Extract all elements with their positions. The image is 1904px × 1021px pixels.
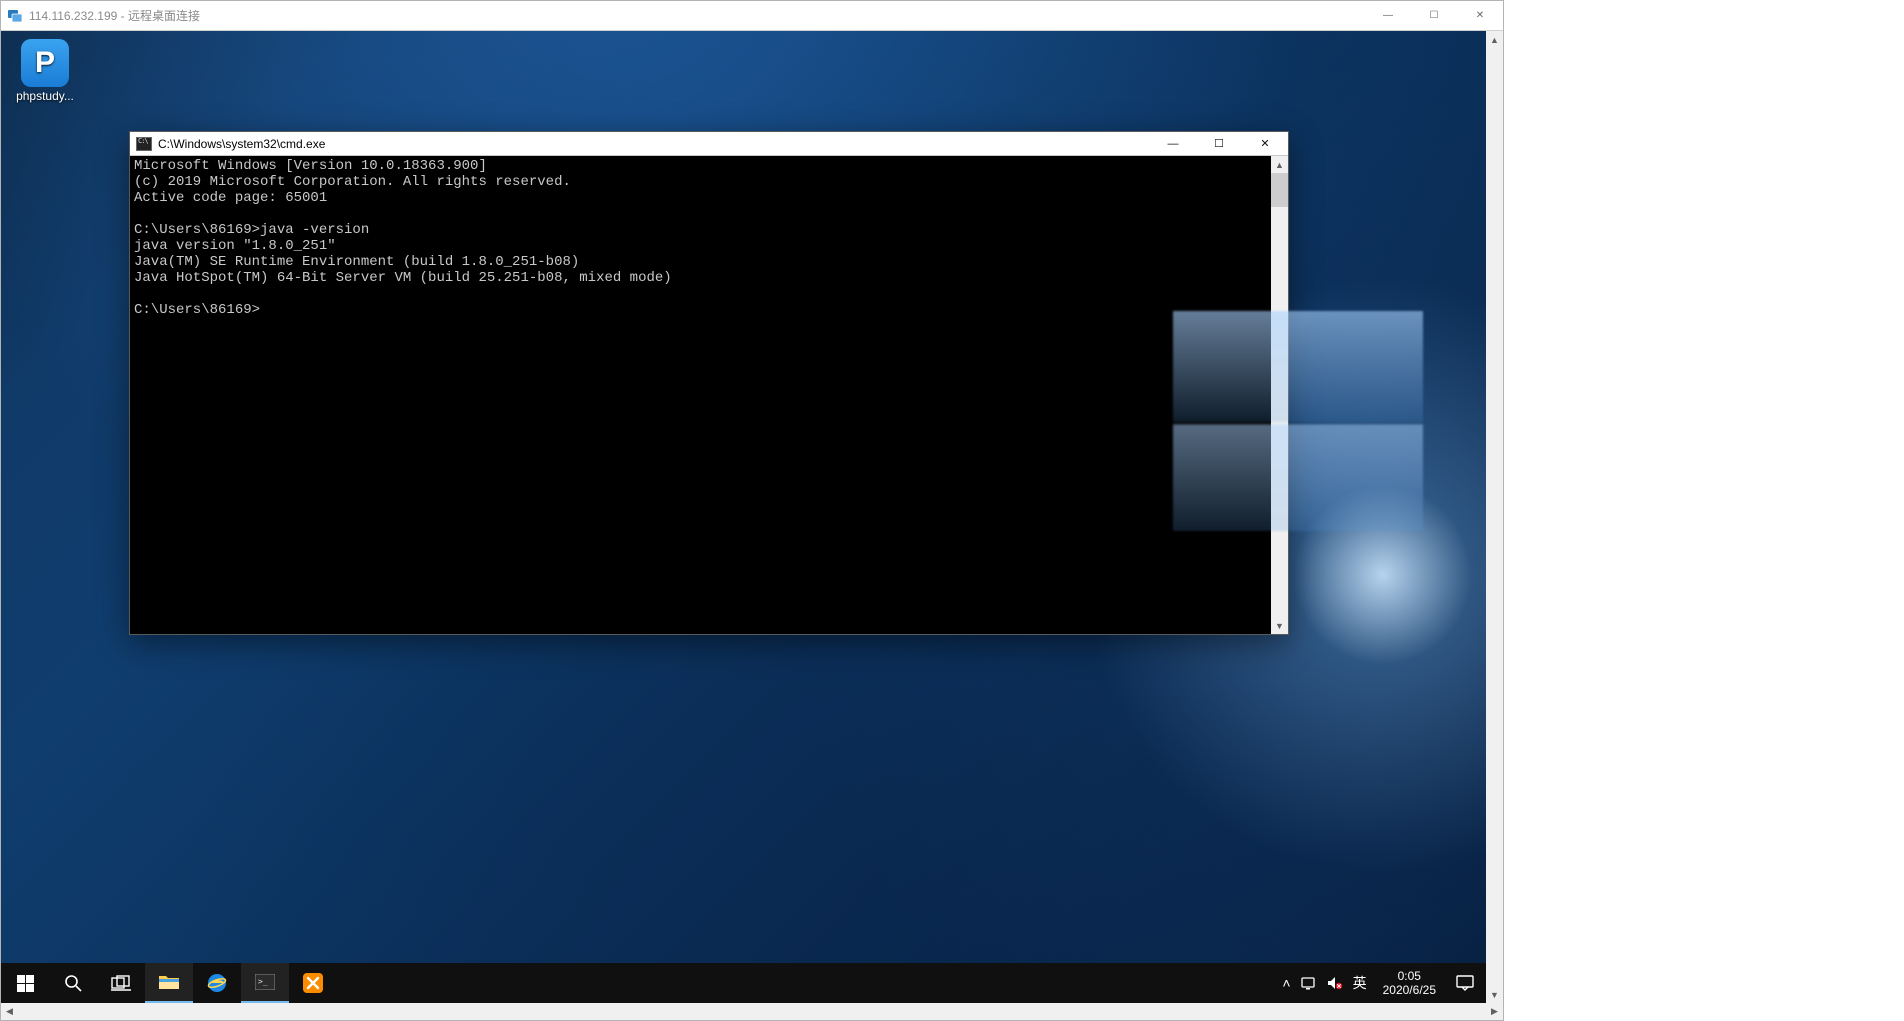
- search-button[interactable]: [49, 963, 97, 1003]
- phpstudy-icon: P: [21, 39, 69, 87]
- scroll-down-arrow-icon[interactable]: ▼: [1271, 617, 1288, 634]
- action-center-button[interactable]: [1444, 963, 1486, 1003]
- system-tray: ˄ 英: [1274, 963, 1374, 1003]
- svg-text:>_: >_: [258, 977, 268, 986]
- cmd-close-button[interactable]: ✕: [1242, 132, 1288, 155]
- scroll-left-arrow-icon[interactable]: ◀: [1, 1003, 18, 1020]
- clock-date: 2020/6/25: [1383, 983, 1436, 997]
- cmd-scrollbar[interactable]: ▲ ▼: [1271, 156, 1288, 634]
- taskbar-xampp[interactable]: [289, 963, 337, 1003]
- scroll-right-arrow-icon[interactable]: ▶: [1486, 1003, 1503, 1020]
- scroll-down-arrow-icon[interactable]: ▼: [1486, 986, 1503, 1003]
- rdc-title: 114.116.232.199 - 远程桌面连接: [29, 7, 1365, 24]
- taskbar: >_ ˄ 英 0:05 2020/6/25: [1, 963, 1486, 1003]
- cmd-window[interactable]: C:\Windows\system32\cmd.exe — ☐ ✕ Micros…: [129, 131, 1289, 635]
- cmd-app-icon: [136, 137, 152, 151]
- cmd-body: Microsoft Windows [Version 10.0.18363.90…: [130, 156, 1288, 634]
- taskbar-clock[interactable]: 0:05 2020/6/25: [1375, 963, 1444, 1003]
- taskbar-cmd[interactable]: >_: [241, 963, 289, 1003]
- ime-indicator[interactable]: 英: [1353, 973, 1367, 993]
- desktop-icon-label: phpstudy...: [16, 89, 74, 103]
- cmd-minimize-button[interactable]: —: [1150, 132, 1196, 155]
- rdc-window: 114.116.232.199 - 远程桌面连接 — ☐ ✕ P phpstud…: [0, 0, 1504, 1021]
- cmd-titlebar[interactable]: C:\Windows\system32\cmd.exe — ☐ ✕: [130, 132, 1288, 156]
- rdc-maximize-button[interactable]: ☐: [1411, 1, 1457, 30]
- rdc-close-button[interactable]: ✕: [1457, 1, 1503, 30]
- scroll-track[interactable]: [1271, 207, 1288, 617]
- remote-desktop[interactable]: P phpstudy... C:\Windows\system32\cmd.ex…: [1, 31, 1503, 1020]
- task-view-button[interactable]: [97, 963, 145, 1003]
- rdc-app-icon: [7, 8, 23, 24]
- scroll-thumb[interactable]: [1271, 173, 1288, 207]
- remote-vertical-scrollbar[interactable]: ▲ ▼: [1486, 31, 1503, 1003]
- rdc-minimize-button[interactable]: —: [1365, 1, 1411, 30]
- scroll-up-arrow-icon[interactable]: ▲: [1271, 156, 1288, 173]
- clock-time: 0:05: [1383, 969, 1436, 983]
- scroll-up-arrow-icon[interactable]: ▲: [1486, 31, 1503, 48]
- start-button[interactable]: [1, 963, 49, 1003]
- taskbar-file-explorer[interactable]: [145, 963, 193, 1003]
- remote-horizontal-scrollbar[interactable]: ◀ ▶: [1, 1003, 1503, 1020]
- cmd-maximize-button[interactable]: ☐: [1196, 132, 1242, 155]
- rdc-titlebar[interactable]: 114.116.232.199 - 远程桌面连接 — ☐ ✕: [1, 1, 1503, 31]
- taskbar-internet-explorer[interactable]: [193, 963, 241, 1003]
- volume-icon[interactable]: [1327, 976, 1343, 990]
- cmd-title: C:\Windows\system32\cmd.exe: [158, 137, 1150, 151]
- rdc-window-controls: — ☐ ✕: [1365, 1, 1503, 30]
- cmd-window-controls: — ☐ ✕: [1150, 132, 1288, 155]
- tray-overflow-icon[interactable]: ˄: [1282, 975, 1290, 991]
- cmd-output[interactable]: Microsoft Windows [Version 10.0.18363.90…: [130, 156, 1271, 634]
- desktop-icon-phpstudy[interactable]: P phpstudy...: [7, 39, 83, 103]
- taskbar-spacer: [337, 963, 1274, 1003]
- network-icon[interactable]: [1301, 976, 1317, 990]
